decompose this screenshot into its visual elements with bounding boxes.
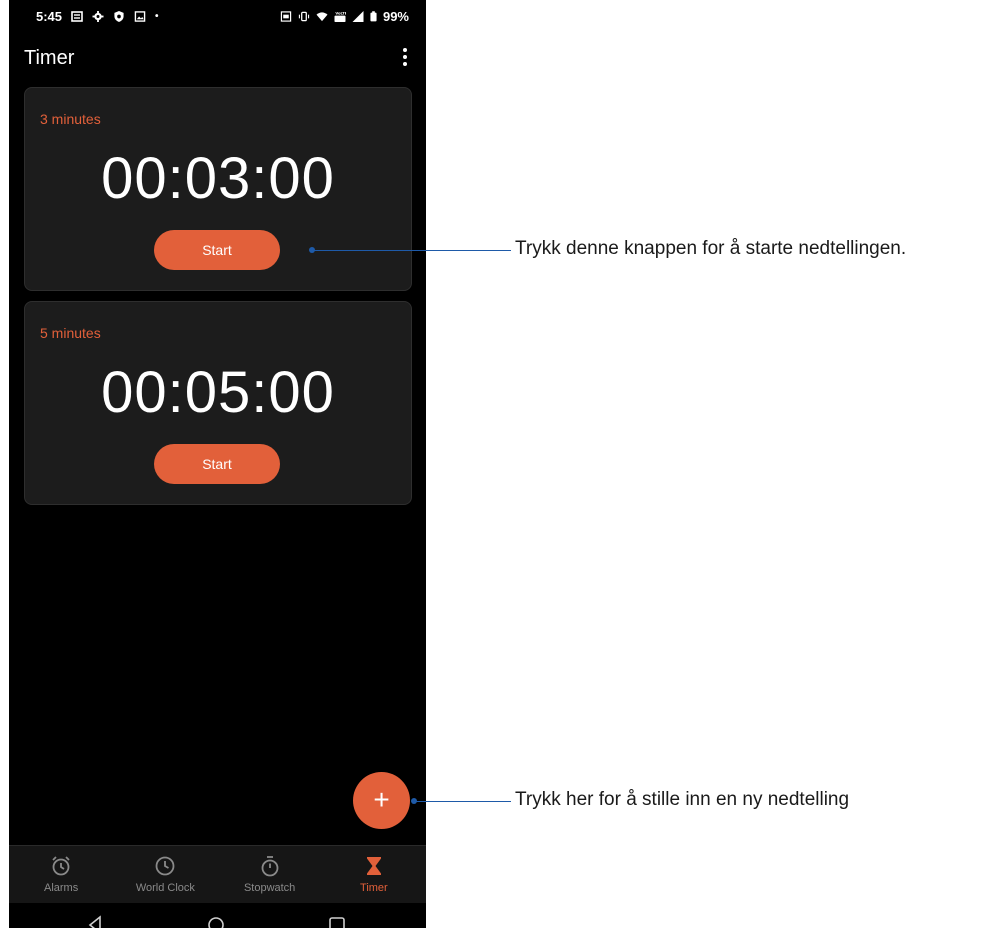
timer-card[interactable]: 3 minutes 00:03:00 Start <box>24 87 412 291</box>
image-icon <box>134 11 146 22</box>
alarm-icon <box>52 856 70 876</box>
clock-icon <box>155 856 175 876</box>
status-bar: 5:45 • VoLTE 99% <box>9 0 426 34</box>
status-time: 5:45 <box>36 9 63 24</box>
tab-label: Timer <box>360 882 388 894</box>
timer-time: 00:05:00 <box>101 360 335 425</box>
stopwatch-icon <box>261 856 279 877</box>
vibrate-icon <box>298 11 310 22</box>
timer-label: 5 minutes <box>40 325 101 341</box>
battery-icon <box>370 11 377 22</box>
add-timer-button[interactable]: + <box>353 772 410 829</box>
callout-line <box>414 801 511 802</box>
start-annotation: Trykk denne knappen for å starte nedtell… <box>515 238 907 259</box>
app-bar: Timer <box>9 34 426 84</box>
hourglass-icon <box>366 857 381 875</box>
recents-icon[interactable] <box>327 915 347 928</box>
tab-alarms[interactable]: Alarms <box>9 846 113 904</box>
battery-percent: 99% <box>382 9 409 24</box>
shield-icon <box>114 11 124 22</box>
home-icon[interactable] <box>206 915 226 928</box>
signal-icon <box>352 11 364 22</box>
more-options-icon[interactable] <box>400 48 410 70</box>
tab-label: World Clock <box>135 882 195 894</box>
timer-time: 00:03:00 <box>101 146 335 211</box>
tab-label: Stopwatch <box>243 882 296 894</box>
add-annotation: Trykk her for å stille inn en ny nedtell… <box>515 789 850 810</box>
tab-timer[interactable]: Timer <box>322 846 426 904</box>
wifi-icon <box>316 12 328 22</box>
phone-screen: 5:45 • VoLTE 99% Timer 3 minutes 00:03:0… <box>9 0 426 928</box>
notification-icon <box>71 11 83 22</box>
tab-label: Alarms <box>44 882 79 894</box>
nfc-icon <box>280 11 292 22</box>
page-title: Timer <box>24 47 75 69</box>
lte-icon: VoLTE <box>334 12 346 22</box>
timer-card[interactable]: 5 minutes 00:05:00 Start <box>24 301 412 505</box>
tab-stopwatch[interactable]: Stopwatch <box>218 846 322 904</box>
svg-text:VoLTE: VoLTE <box>335 12 346 16</box>
dot-icon: • <box>155 11 159 22</box>
tab-world-clock[interactable]: World Clock <box>113 846 217 904</box>
callout-line <box>312 250 511 251</box>
back-icon[interactable] <box>86 915 106 928</box>
settings-icon <box>92 11 104 22</box>
timer-label: 3 minutes <box>40 111 101 127</box>
system-navigation-bar <box>9 903 426 928</box>
start-button[interactable]: Start <box>154 230 280 270</box>
start-button[interactable]: Start <box>154 444 280 484</box>
bottom-navigation: Alarms World Clock Stopwatch Timer <box>9 845 426 904</box>
